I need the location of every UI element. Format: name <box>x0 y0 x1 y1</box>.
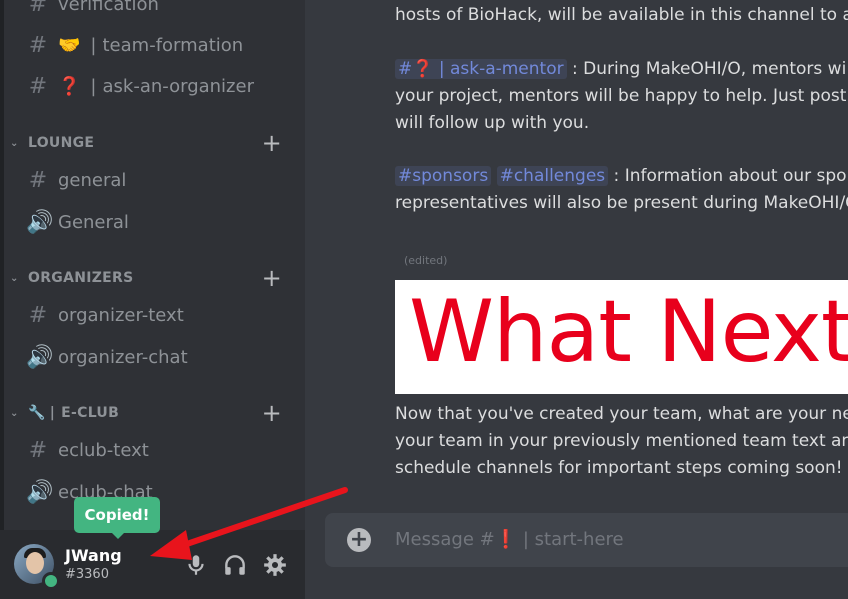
red-arrow-annotation <box>150 487 348 560</box>
